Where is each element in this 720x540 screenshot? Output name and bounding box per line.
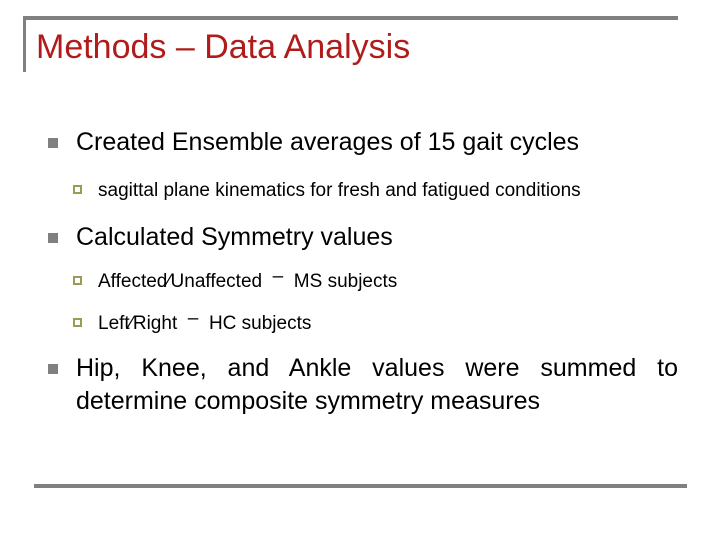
bullet-text-after-dash: MS subjects bbox=[293, 271, 398, 292]
bullet-text: Calculated Symmetry values bbox=[76, 223, 393, 251]
bullet-text-before-dash: Left⁄Right bbox=[98, 313, 178, 334]
bullet-level1-calculated-symmetry: Calculated Symmetry values bbox=[0, 221, 720, 254]
hollow-square-bullet-icon bbox=[73, 276, 82, 285]
hollow-square-bullet-icon bbox=[73, 318, 82, 327]
bullet-text-before-dash: Affected⁄Unaffected bbox=[98, 271, 263, 292]
slide: Methods – Data Analysis Created Ensemble… bbox=[0, 0, 720, 540]
square-bullet-icon bbox=[48, 233, 58, 243]
title-left-rule bbox=[23, 16, 26, 72]
bullet-text: Hip, Knee, and Ankle values were summed … bbox=[76, 354, 678, 415]
title-top-rule bbox=[23, 16, 678, 20]
bullet-text-after-dash: HC subjects bbox=[208, 313, 312, 334]
slide-body: Created Ensemble averages of 15 gait cyc… bbox=[0, 126, 720, 422]
bullet-level1-hip-knee-ankle: Hip, Knee, and Ankle values were summed … bbox=[0, 352, 720, 418]
bottom-rule bbox=[34, 484, 687, 488]
bullet-text: Created Ensemble averages of 15 gait cyc… bbox=[76, 128, 580, 156]
square-bullet-icon bbox=[48, 364, 58, 374]
bullet-text: sagittal plane kinematics for fresh and … bbox=[98, 180, 581, 201]
hollow-square-bullet-icon bbox=[73, 185, 82, 194]
slide-title: Methods – Data Analysis bbox=[36, 28, 411, 66]
bullet-level2-left-right: Left⁄Right ‒ HC subjects bbox=[0, 309, 720, 338]
bullet-level2-affected-unaffected: Affected⁄Unaffected ‒ MS subjects bbox=[0, 267, 720, 296]
bullet-level2-sagittal-plane: sagittal plane kinematics for fresh and … bbox=[0, 177, 720, 205]
bullet-level1-created-ensemble: Created Ensemble averages of 15 gait cyc… bbox=[0, 126, 720, 159]
square-bullet-icon bbox=[48, 138, 58, 148]
